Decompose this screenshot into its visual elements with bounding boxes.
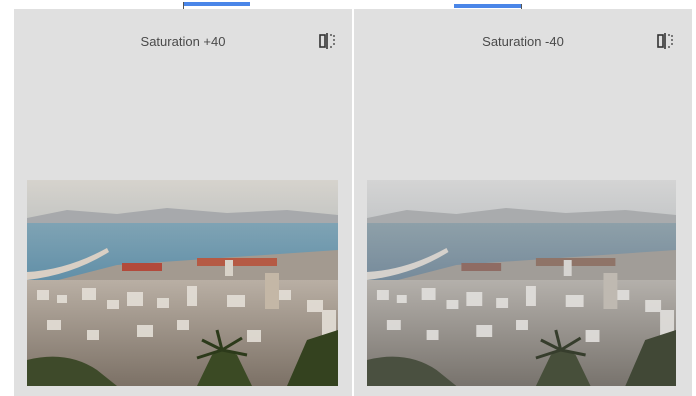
slider-left-thumb[interactable] [184,2,250,6]
preview-panel-desaturated: Saturation -40 [354,9,692,396]
preview-photo [367,180,676,386]
compare-split-icon[interactable] [657,33,675,49]
panel-title: Saturation +40 [140,34,226,49]
panel-title: Saturation -40 [482,34,564,49]
compare-split-icon[interactable] [319,33,337,49]
slider-right-thumb[interactable] [454,4,521,8]
preview-panel-saturated: Saturation +40 [14,9,352,396]
preview-photo [27,180,338,386]
